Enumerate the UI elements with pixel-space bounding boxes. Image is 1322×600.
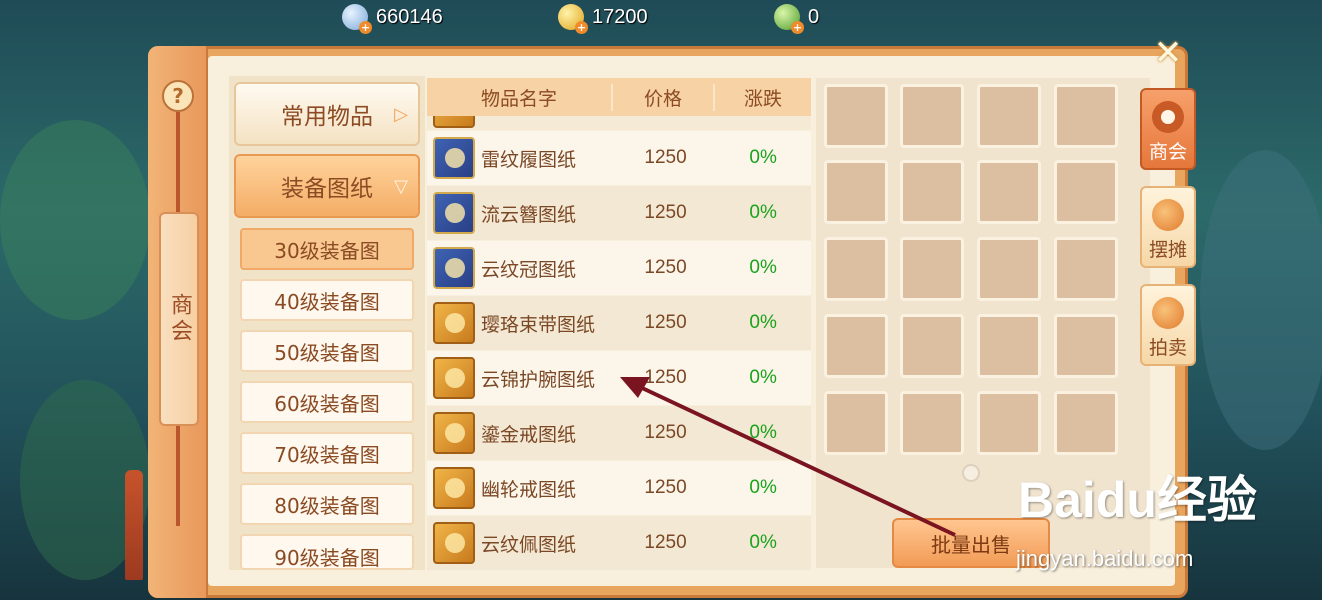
watermark-site: jingyan.baidu.com [1016, 546, 1194, 571]
baidu-watermark: Baidu经验 [1018, 460, 1257, 532]
arrow-line [639, 385, 956, 537]
watermark-logo: Baidu经验 [1018, 472, 1257, 528]
